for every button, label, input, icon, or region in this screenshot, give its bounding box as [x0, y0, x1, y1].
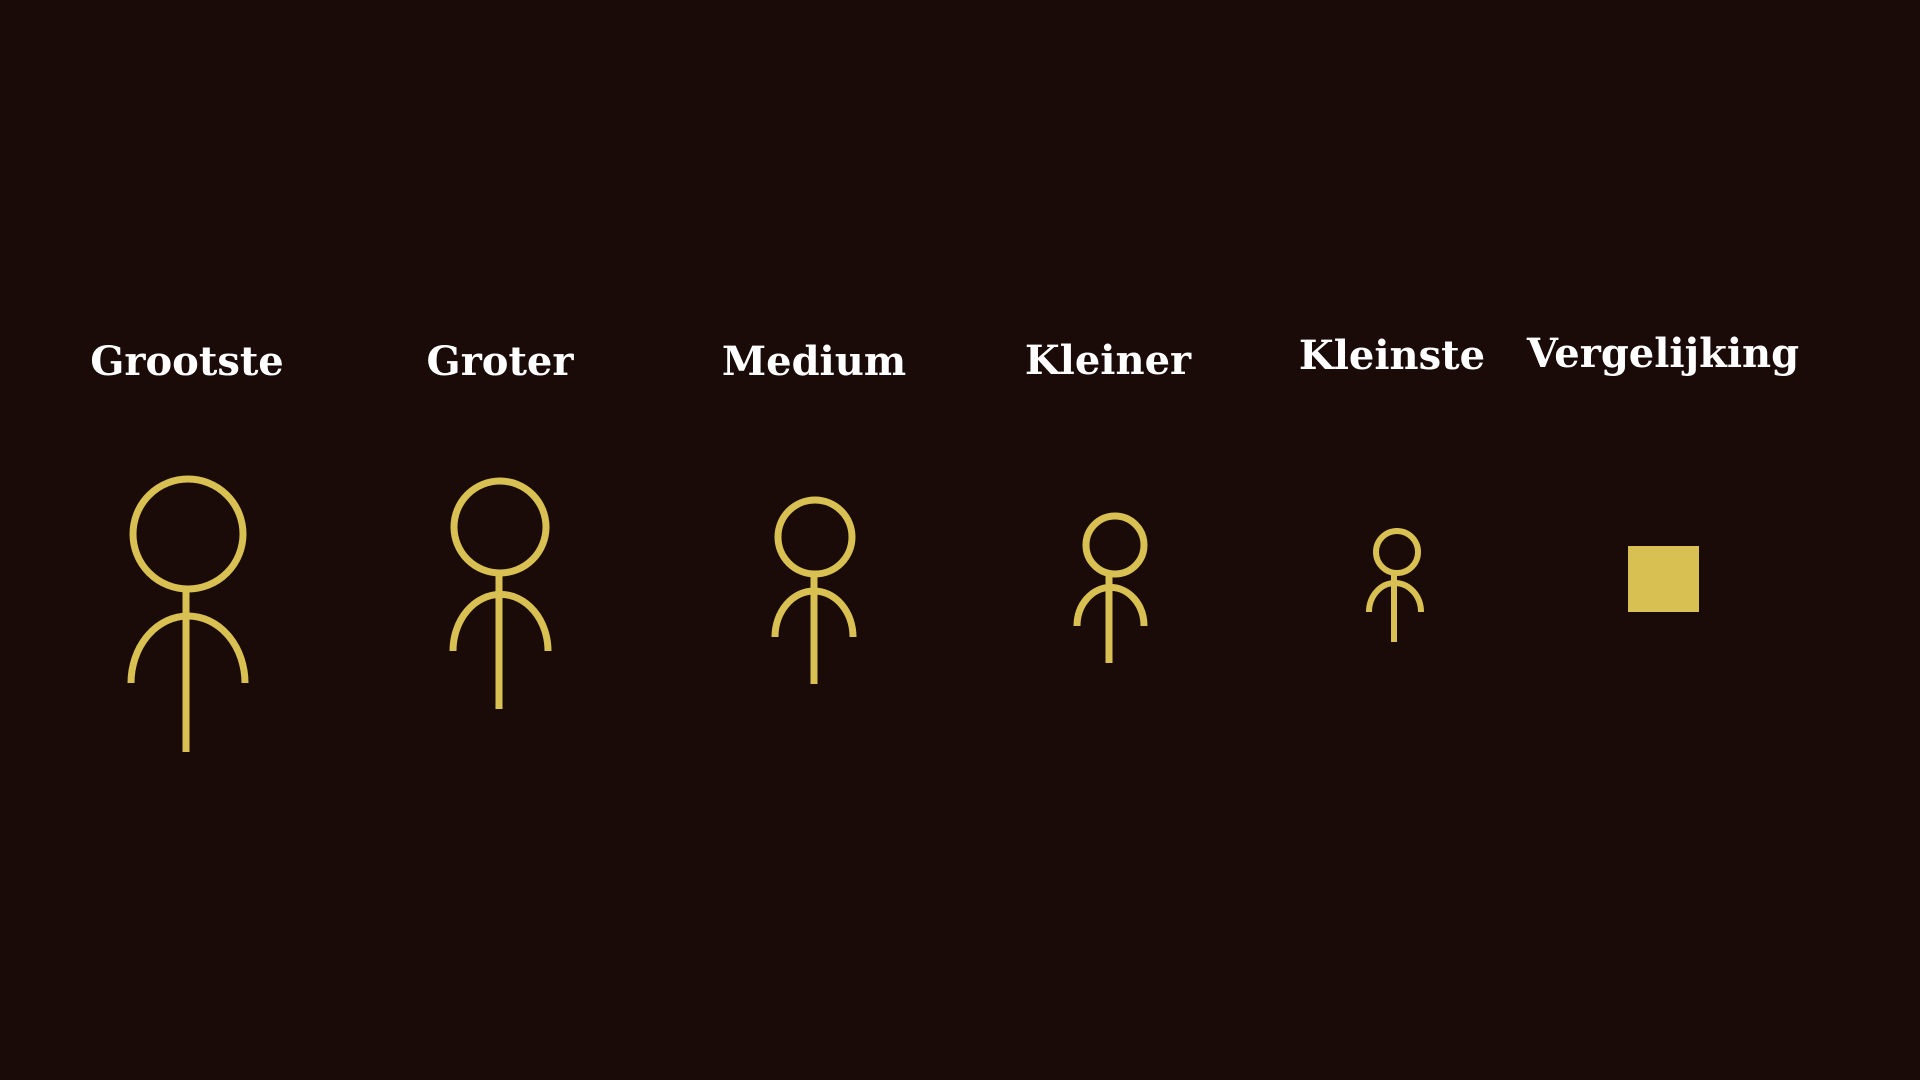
size-comparison-canvas: Grootste Groter Medium Kleiner Kleinste … [0, 0, 1920, 1080]
stick-figure-icon [771, 496, 857, 684]
figure-head [774, 496, 856, 578]
stick-figure-icon [1073, 512, 1148, 663]
figures-layer [127, 475, 1699, 752]
square-icon [1628, 546, 1699, 612]
stick-figure-icon [1366, 528, 1424, 642]
figure-head [450, 477, 550, 577]
figure-head [1373, 528, 1421, 576]
figure-head [129, 475, 247, 593]
figure-head [1082, 512, 1148, 578]
stick-figure-icon [449, 477, 552, 709]
stick-figure-icon [127, 475, 249, 752]
